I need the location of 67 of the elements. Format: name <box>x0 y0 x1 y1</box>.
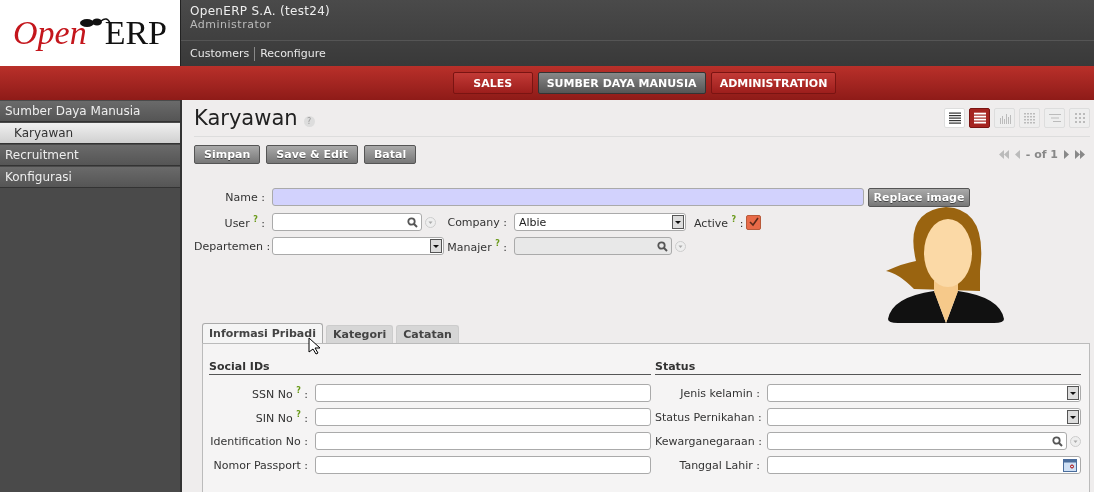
list-view-icon <box>947 112 962 124</box>
logo[interactable]: Open ERP <box>0 0 180 66</box>
form-view-button[interactable] <box>969 108 990 128</box>
section-heading: Social IDs <box>209 360 651 375</box>
field-label: Kewarganegaraan : <box>655 434 763 448</box>
header-link[interactable]: Reconfigure <box>260 47 326 60</box>
sidebar-item[interactable]: Karyawan <box>0 123 180 144</box>
calendar-icon[interactable] <box>1063 458 1077 472</box>
form-tab[interactable]: Catatan <box>396 325 459 343</box>
select-field[interactable]: Albie <box>514 213 686 231</box>
field-label: Identification No : <box>209 434 309 448</box>
input-field[interactable] <box>315 408 651 426</box>
input-field[interactable] <box>272 213 422 231</box>
field-label: Company : <box>446 215 508 229</box>
menu-tab[interactable]: SALES <box>452 72 533 94</box>
input-field[interactable] <box>272 188 864 206</box>
field-label: Tanggal Lahir : <box>678 458 761 472</box>
gantt-view-button[interactable] <box>1044 108 1065 128</box>
user-name: Administrator <box>190 18 273 31</box>
checkbox[interactable] <box>746 214 761 230</box>
menu-tab[interactable]: SUMBER DAYA MANUSIA <box>537 72 706 94</box>
next-icon[interactable] <box>1063 149 1069 159</box>
last-page-icon[interactable] <box>1074 149 1086 159</box>
list-view-button[interactable] <box>944 108 965 128</box>
field-label: Name : <box>224 190 266 204</box>
select-field[interactable] <box>767 408 1081 426</box>
calendar-view-icon <box>1022 112 1037 124</box>
company-name: OpenERP S.A. (test24) <box>190 4 332 18</box>
field-label: Status Pernikahan : <box>655 410 763 424</box>
field-label: Active $^{?}$ : <box>693 214 745 230</box>
page-title: Karyawan <box>194 106 298 130</box>
field-label: User $^{?}$ : <box>223 214 266 230</box>
field-label: Jenis kelamin : <box>678 386 761 400</box>
kanban-view-icon <box>1072 112 1087 124</box>
search-icon[interactable] <box>1052 435 1063 447</box>
select-field[interactable] <box>272 237 444 255</box>
form-tab[interactable]: Kategori <box>325 325 394 343</box>
select-field[interactable] <box>767 384 1081 402</box>
field-label: Nomor Passport : <box>212 458 309 472</box>
graph-view-icon <box>997 112 1012 124</box>
field-label: SIN No $^{?}$ : <box>254 409 309 425</box>
section-heading: Status <box>655 360 1081 375</box>
input-field[interactable] <box>315 456 651 474</box>
sidebar-item[interactable]: Recruitment <box>0 145 180 166</box>
pager-count: - of 1 <box>1025 147 1058 161</box>
field-label: Manajer $^{?}$ : <box>446 238 508 254</box>
menu-tab[interactable]: ADMINISTRATION <box>710 72 837 94</box>
previous-icon[interactable] <box>1014 149 1021 159</box>
first-page-icon[interactable] <box>997 149 1010 159</box>
form-tab[interactable]: Informasi Pribadi <box>202 323 323 343</box>
dropdown-circle-icon[interactable] <box>1070 435 1081 447</box>
field-label: Departemen : <box>194 239 272 253</box>
header-link[interactable]: Customers <box>190 47 250 60</box>
gantt-view-icon <box>1047 112 1062 124</box>
kanban-view-button[interactable] <box>1069 108 1090 128</box>
input-field[interactable] <box>315 432 651 450</box>
search-icon[interactable] <box>407 216 418 228</box>
date-field[interactable] <box>767 456 1081 474</box>
dropdown-circle-icon[interactable] <box>675 240 686 252</box>
sidebar-item[interactable]: Konfigurasi <box>0 167 180 188</box>
calendar-view-button[interactable] <box>1019 108 1040 128</box>
form-view-icon <box>972 112 987 124</box>
sidebar-item[interactable]: Sumber Daya Manusia <box>0 101 180 122</box>
field-label: SSN No $^{?}$ : <box>251 385 309 401</box>
input-field[interactable] <box>767 432 1067 450</box>
input-field[interactable] <box>315 384 651 402</box>
dropdown-circle-icon[interactable] <box>425 216 436 228</box>
